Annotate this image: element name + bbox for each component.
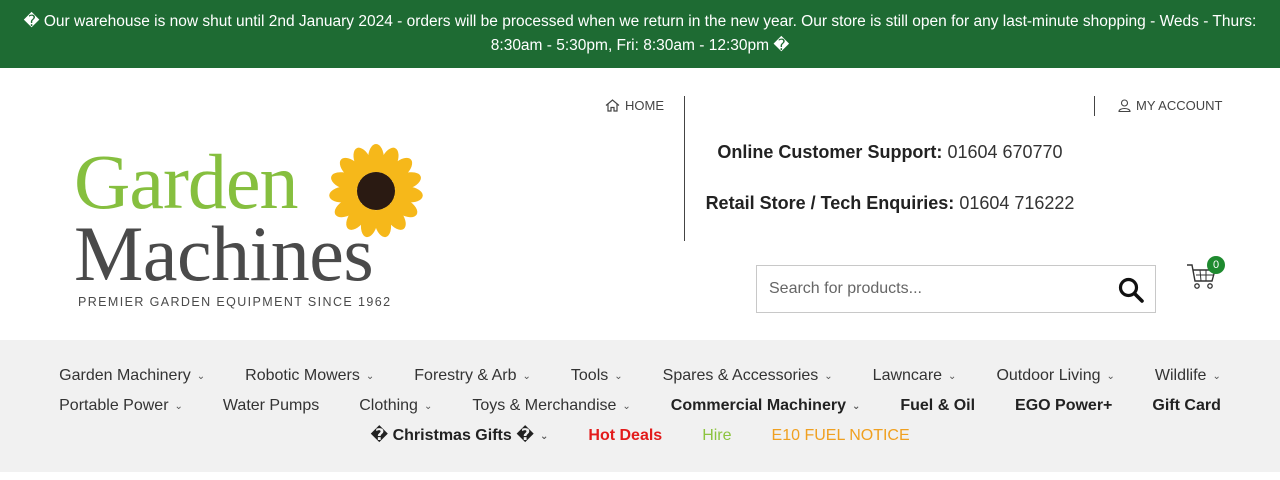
nav-item-christmas-gifts[interactable]: � Christmas Gifts � ⌄: [350, 426, 568, 446]
chevron-down-icon: ⌄: [851, 401, 861, 412]
nav-item-water-pumps[interactable]: Water Pumps: [203, 396, 339, 416]
nav-label: EGO Power+: [1015, 397, 1113, 414]
nav-item-robotic-mowers[interactable]: Robotic Mowers ⌄: [225, 366, 394, 386]
nav-item-tools[interactable]: Tools ⌄: [551, 366, 643, 386]
online-support-label: Online Customer Support:: [717, 142, 943, 162]
nav-label: Lawncare: [872, 367, 943, 384]
nav-label: Gift Card: [1152, 397, 1221, 414]
nav-item-hire[interactable]: Hire: [682, 426, 751, 446]
search-button[interactable]: [1117, 276, 1145, 304]
banner-text: � Our warehouse is now shut until 2nd Ja…: [23, 13, 1257, 54]
site-logo[interactable]: Garden Machines PREMIER GARDEN EQUIPMENT…: [74, 142, 424, 314]
retail-support: Retail Store / Tech Enquiries: 01604 716…: [700, 193, 1080, 214]
chevron-down-icon: ⌄: [1212, 371, 1221, 382]
nav-label: Fuel & Oil: [900, 397, 976, 414]
cart-count-badge: 0: [1207, 256, 1225, 274]
header-divider: [684, 96, 685, 241]
nav-label: Clothing: [359, 397, 418, 414]
chevron-down-icon: ⌄: [540, 431, 549, 442]
nav-item-forestry-arb[interactable]: Forestry & Arb ⌄: [394, 366, 551, 386]
nav-item-outdoor-living[interactable]: Outdoor Living ⌄: [976, 366, 1134, 386]
logo-line2: Machines: [74, 210, 374, 297]
nav-label: Robotic Mowers: [245, 367, 360, 384]
nav-item-lawncare[interactable]: Lawncare ⌄: [853, 366, 977, 386]
home-label: HOME: [625, 98, 664, 113]
nav-label: Wildlife: [1154, 367, 1207, 384]
nav-item-garden-machinery[interactable]: Garden Machinery ⌄: [39, 366, 225, 386]
nav-item-hot-deals[interactable]: Hot Deals: [568, 426, 682, 446]
nav-label: E10 FUEL NOTICE: [771, 427, 910, 444]
chevron-down-icon: ⌄: [365, 371, 375, 382]
home-icon: [605, 99, 620, 112]
nav-label: Spares & Accessories: [662, 367, 819, 384]
nav-label: Forestry & Arb: [414, 367, 517, 384]
nav-item-toys-merchandise[interactable]: Toys & Merchandise ⌄: [452, 396, 650, 416]
nav-label: Commercial Machinery: [670, 397, 846, 414]
online-support: Online Customer Support: 01604 670770: [700, 142, 1080, 163]
main-navigation: Garden Machinery ⌄ Robotic Mowers ⌄ Forest…: [0, 340, 1280, 472]
nav-label: Water Pumps: [222, 397, 320, 414]
announcement-banner: � Our warehouse is now shut until 2nd Ja…: [0, 0, 1280, 68]
chevron-down-icon: ⌄: [824, 371, 833, 382]
nav-item-commercial-machinery[interactable]: Commercial Machinery ⌄: [651, 396, 881, 416]
home-link[interactable]: HOME: [605, 98, 664, 113]
nav-row-1: Garden Machinery ⌄ Robotic Mowers ⌄ Forest…: [0, 366, 1280, 386]
nav-item-gift-card[interactable]: Gift Card: [1132, 396, 1240, 416]
nav-item-e10-fuel-notice[interactable]: E10 FUEL NOTICE: [752, 426, 930, 446]
nav-item-fuel-oil[interactable]: Fuel & Oil: [880, 396, 995, 416]
nav-item-clothing[interactable]: Clothing ⌄: [339, 396, 452, 416]
chevron-down-icon: ⌄: [174, 401, 183, 412]
nav-label: Hire: [702, 427, 732, 444]
search-input[interactable]: [757, 266, 1107, 312]
nav-item-portable-power[interactable]: Portable Power ⌄: [39, 396, 203, 416]
user-icon: [1118, 99, 1131, 112]
search-icon: [1118, 277, 1144, 303]
logo-tagline: PREMIER GARDEN EQUIPMENT SINCE 1962: [78, 295, 392, 309]
retail-support-label: Retail Store / Tech Enquiries:: [705, 193, 955, 213]
chevron-down-icon: ⌄: [614, 371, 623, 382]
account-divider: [1094, 96, 1095, 116]
chevron-down-icon: ⌄: [423, 401, 433, 412]
chevron-down-icon: ⌄: [1106, 371, 1115, 382]
chevron-down-icon: ⌄: [948, 371, 957, 382]
nav-label: Garden Machinery: [59, 367, 191, 384]
my-account-label: MY ACCOUNT: [1136, 98, 1223, 113]
nav-label: Portable Power: [59, 397, 169, 414]
my-account-link[interactable]: MY ACCOUNT: [1118, 98, 1222, 113]
nav-item-spares-accessories[interactable]: Spares & Accessories ⌄: [643, 366, 853, 386]
chevron-down-icon: ⌄: [522, 371, 531, 382]
nav-row-3: � Christmas Gifts � ⌄ Hot Deals Hire E10 …: [0, 426, 1280, 446]
cart-button[interactable]: 0: [1186, 256, 1226, 294]
retail-support-phone[interactable]: 01604 716222: [959, 193, 1074, 213]
chevron-down-icon: ⌄: [196, 371, 206, 382]
chevron-down-icon: ⌄: [622, 401, 631, 412]
nav-row-2: Portable Power ⌄ Water Pumps Clothing ⌄ To…: [0, 396, 1280, 416]
nav-label: � Christmas Gifts �: [370, 427, 534, 444]
nav-label: Toys & Merchandise: [472, 397, 617, 414]
nav-label: Tools: [570, 367, 609, 384]
nav-label: Hot Deals: [588, 427, 663, 444]
nav-item-wildlife[interactable]: Wildlife ⌄: [1135, 366, 1241, 386]
product-search: [756, 265, 1156, 313]
online-support-phone[interactable]: 01604 670770: [947, 142, 1062, 162]
nav-label: Outdoor Living: [996, 367, 1101, 384]
nav-item-ego-power[interactable]: EGO Power+: [995, 396, 1132, 416]
